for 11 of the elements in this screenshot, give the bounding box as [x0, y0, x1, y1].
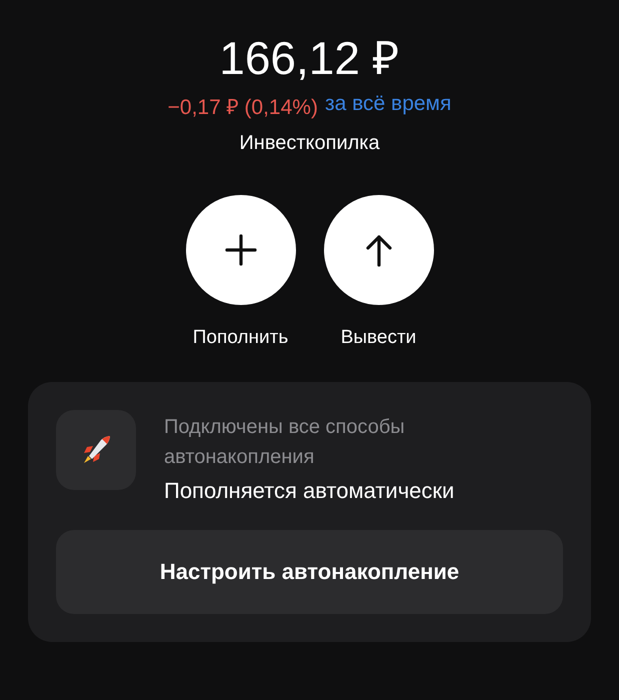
- action-label: Пополнить: [192, 327, 288, 349]
- balance-amount: 166,12 ₽: [219, 31, 400, 86]
- plus-icon: [224, 233, 258, 267]
- card-subtitle: Подключены все способы автонакопления: [164, 415, 406, 470]
- setup-button[interactable]: Настроить автонакопление: [56, 530, 563, 614]
- change-value: −0,17 ₽ (0,14%): [168, 95, 318, 120]
- period-link[interactable]: за всё время: [324, 92, 452, 120]
- account-name: Инвесткопилка: [239, 132, 380, 155]
- card-title: Пополняется автоматически: [164, 478, 456, 504]
- action-label: Вывести: [340, 327, 416, 349]
- arrow-up-icon: [364, 233, 394, 267]
